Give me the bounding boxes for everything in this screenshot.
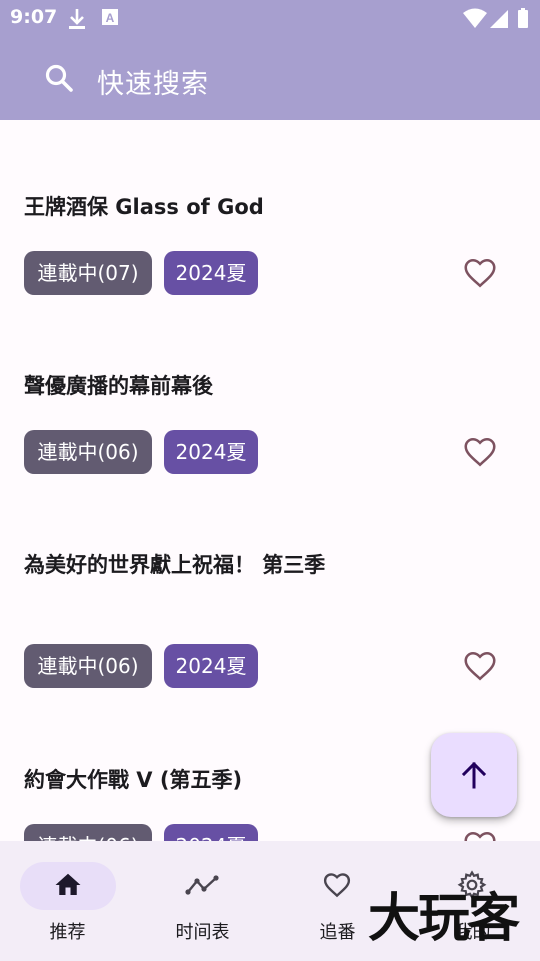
search-bar[interactable]: 快速搜索 xyxy=(0,44,540,116)
item-title: 為美好的世界獻上祝福！ 第三季 xyxy=(24,553,326,577)
a-icon: A xyxy=(101,7,119,31)
favorite-heart-icon[interactable] xyxy=(462,255,498,291)
nav-item-recommend[interactable]: 推荐 xyxy=(0,841,135,961)
download-icon xyxy=(66,7,88,35)
svg-text:A: A xyxy=(106,11,115,25)
favorite-heart-icon[interactable] xyxy=(462,648,498,684)
arrow-up-icon xyxy=(461,761,487,789)
search-input[interactable]: 快速搜索 xyxy=(97,62,209,101)
status-bar: 9:07 A xyxy=(0,0,540,38)
timeline-icon xyxy=(185,870,219,904)
season-chip[interactable]: 2024夏 xyxy=(164,824,258,841)
top-app-bar: 9:07 A 快速搜索 xyxy=(0,0,540,120)
heart-icon xyxy=(321,870,353,904)
season-chip[interactable]: 2024夏 xyxy=(164,251,258,295)
watermark: 大玩客 xyxy=(368,888,520,949)
scroll-to-top-button[interactable] xyxy=(431,733,517,817)
season-chip[interactable]: 2024夏 xyxy=(164,430,258,474)
item-title: 王牌酒保 Glass of God xyxy=(24,195,264,219)
wifi-icon xyxy=(462,7,488,33)
status-chip[interactable]: 連載中(06) xyxy=(24,430,152,474)
battery-icon xyxy=(517,7,529,33)
item-title: 聲優廣播的幕前幕後 xyxy=(24,374,213,398)
home-icon xyxy=(53,870,83,904)
favorite-heart-icon[interactable] xyxy=(462,828,498,841)
nav-item-schedule[interactable]: 时间表 xyxy=(135,841,270,961)
app-screen: 9:07 A 快速搜索 王牌酒保 Glass of God 連載中(07) 20… xyxy=(0,0,540,961)
status-chip[interactable]: 連載中(07) xyxy=(24,251,152,295)
status-chip[interactable]: 連載中(06) xyxy=(24,644,152,688)
status-time: 9:07 xyxy=(10,6,58,28)
nav-label: 推荐 xyxy=(49,922,86,943)
favorite-heart-icon[interactable] xyxy=(462,434,498,470)
signal-icon xyxy=(489,7,509,33)
status-chip[interactable]: 連載中(06) xyxy=(24,824,152,841)
item-title: 約會大作戰 V (第五季) xyxy=(24,768,243,792)
season-chip[interactable]: 2024夏 xyxy=(164,644,258,688)
nav-label: 时间表 xyxy=(175,922,230,943)
search-icon[interactable] xyxy=(44,63,74,97)
